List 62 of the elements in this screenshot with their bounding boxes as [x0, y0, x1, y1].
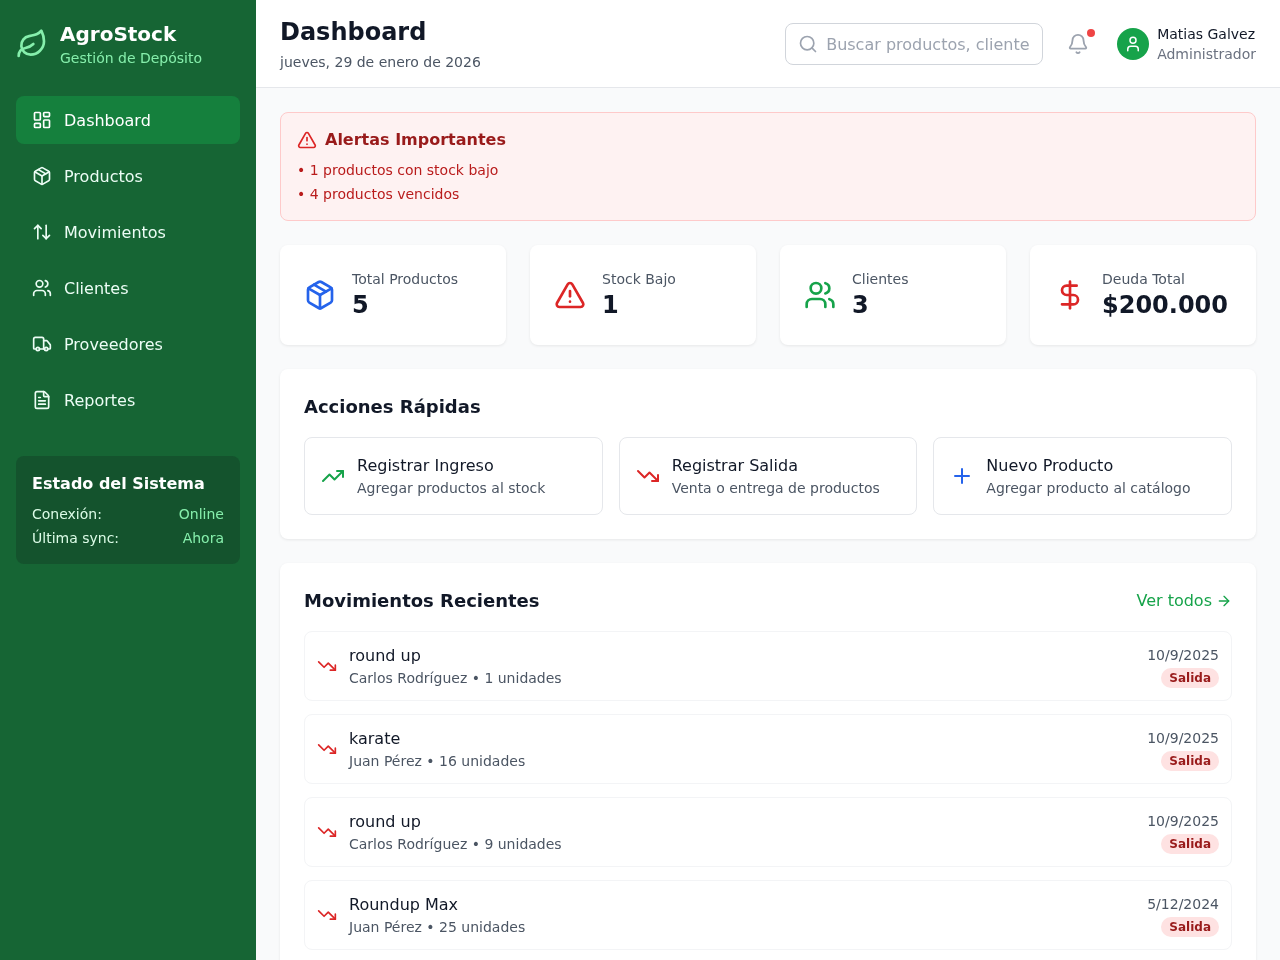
stat-label: Clientes [852, 270, 909, 289]
user-name: Matias Galvez [1157, 25, 1256, 44]
quick-action-button[interactable]: Registrar Ingreso Agregar productos al stock [304, 437, 603, 515]
document-icon [32, 390, 52, 410]
box-icon [32, 166, 52, 186]
leaf-icon [16, 28, 48, 60]
stat-label: Stock Bajo [602, 270, 676, 289]
quick-action-button[interactable]: Nuevo Producto Agregar producto al catálogo [933, 437, 1232, 515]
search-field[interactable]: Buscar productos, cliente [785, 23, 1044, 65]
user-role: Administrador [1157, 45, 1256, 64]
search-icon [798, 34, 819, 54]
users-icon [32, 278, 52, 298]
stat-value: 3 [852, 290, 869, 321]
movement-detail: Carlos Rodríguez • 1 unidades [349, 669, 562, 688]
movement-date: 5/12/2024 [1147, 894, 1219, 914]
user-avatar-icon[interactable] [1117, 28, 1150, 60]
brand-subtitle: Gestión de Depósito [60, 49, 203, 68]
arrow-right-icon [1216, 593, 1232, 609]
nav-item[interactable]: Movimientos [16, 208, 240, 256]
stat-label: Deuda Total [1102, 270, 1185, 289]
status-title: Estado del Sistema [32, 473, 206, 495]
movement-type-tag: Salida [1161, 667, 1219, 688]
stat-value: $200.000 [1102, 290, 1228, 321]
stat-value: 1 [602, 290, 619, 321]
alert-item: • 4 productos vencidos [297, 185, 460, 204]
movement-type-tag: Salida [1161, 916, 1219, 937]
status-value: Ahora [182, 529, 224, 548]
nav-item[interactable]: Dashboard [16, 96, 240, 144]
brand-name: AgroStock [60, 21, 178, 48]
product-name: round up [349, 645, 421, 667]
section-title: Acciones Rápidas [304, 395, 481, 419]
movement-date: 10/9/2025 [1147, 728, 1219, 748]
nav-item[interactable]: Productos [16, 152, 240, 200]
alert-title: Alertas Importantes [325, 129, 506, 151]
status-value: Online [178, 505, 224, 524]
status-label: Última sync: [32, 528, 120, 548]
quick-action-button[interactable]: Registrar Salida Venta o entrega de productos [618, 437, 918, 515]
truck-icon [32, 334, 52, 354]
nav-item[interactable]: Proveedores [16, 320, 240, 368]
stat-value: 5 [352, 290, 369, 321]
movement-date: 10/9/2025 [1147, 645, 1219, 665]
stat-label: Total Productos [352, 270, 459, 289]
warning-icon [297, 130, 317, 150]
page-title: Dashboard [280, 17, 428, 48]
movement-type-tag: Salida [1161, 750, 1219, 771]
up-down-arrows-icon [32, 222, 52, 242]
product-name: karate [349, 728, 401, 750]
movement-detail: Juan Pérez • 16 unidades [349, 752, 526, 771]
movement-date: 10/9/2025 [1147, 811, 1219, 831]
section-title: Movimientos Recientes [304, 589, 540, 613]
movement-detail: Juan Pérez • 25 unidades [349, 918, 526, 937]
alert-item: • 1 productos con stock bajo [297, 161, 499, 180]
movement-type-tag: Salida [1161, 833, 1219, 854]
movement-detail: Carlos Rodríguez • 9 unidades [349, 835, 562, 854]
product-name: Roundup Max [349, 894, 459, 916]
dashboard-grid-icon [32, 110, 52, 130]
bell-icon [1067, 33, 1090, 55]
nav-item[interactable]: Clientes [16, 264, 240, 312]
status-label: Conexión: [32, 505, 102, 524]
current-date: jueves, 29 de enero de 2026 [280, 53, 481, 72]
nav-item[interactable]: Reportes [16, 376, 240, 424]
product-name: round up [349, 811, 421, 833]
